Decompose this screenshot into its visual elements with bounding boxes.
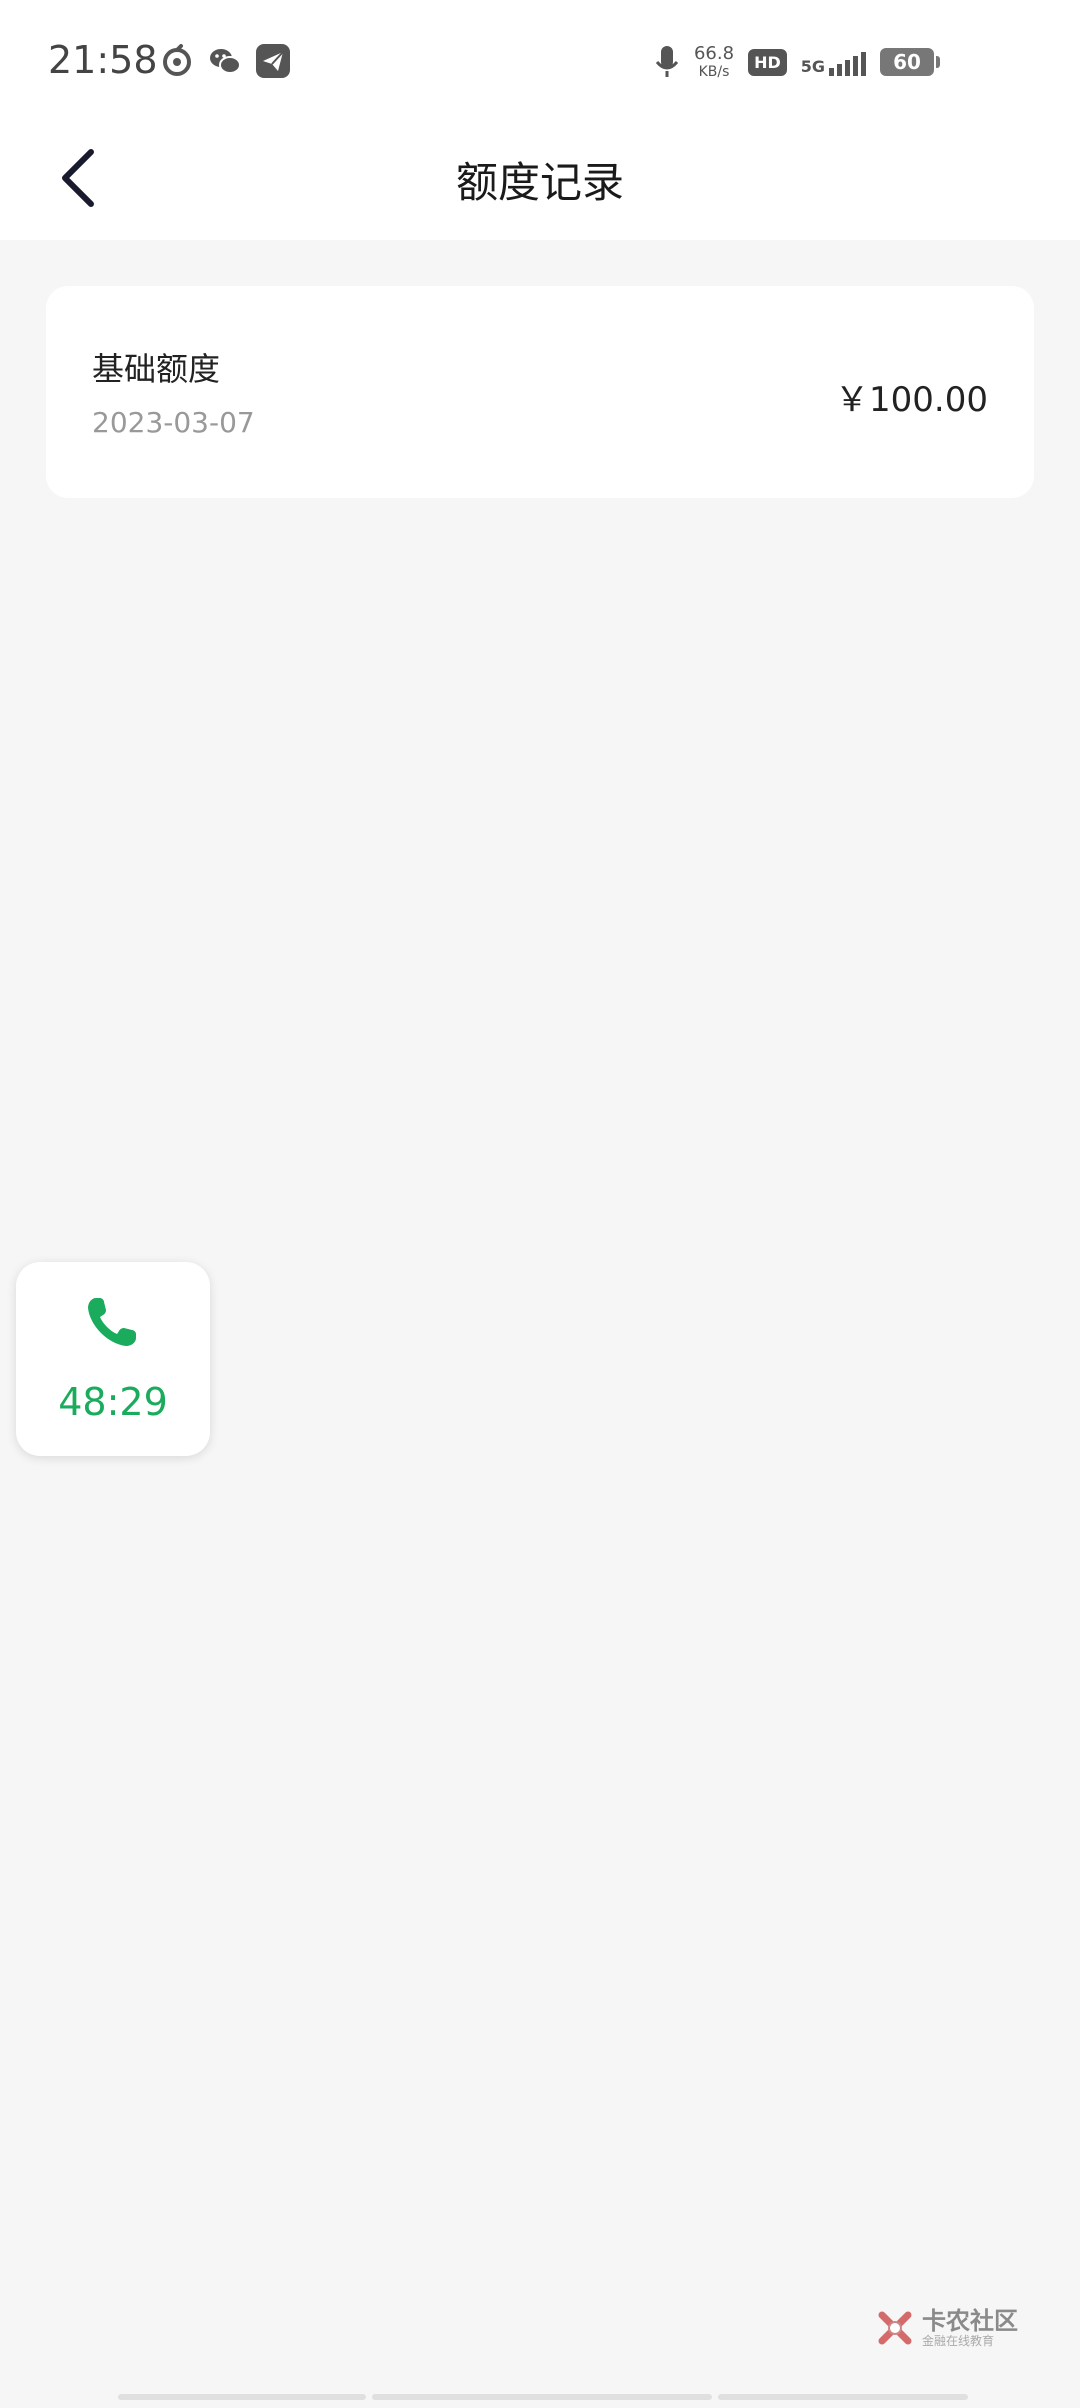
- microphone-icon: [655, 46, 679, 77]
- phone-icon: [88, 1298, 136, 1346]
- notification-icons: [160, 44, 290, 78]
- app-header: 额度记录: [0, 125, 1080, 240]
- status-bar: 21:58 66.8 KB/s HD 5G 60: [0, 0, 1080, 125]
- network-type: 5G: [800, 57, 825, 76]
- watermark-title: 卡农社区: [922, 2307, 1018, 2336]
- kanong-logo-icon: [878, 2311, 912, 2345]
- list-item: 基础额度 2023-03-07 ￥100.00: [46, 286, 1034, 498]
- wechat-icon: [208, 44, 242, 78]
- network-speed-unit: KB/s: [698, 64, 730, 80]
- record-amount: ￥100.00: [835, 380, 988, 420]
- floating-call-widget[interactable]: 48:29: [16, 1262, 210, 1456]
- page-title: 额度记录: [455, 158, 624, 207]
- status-time: 21:58: [48, 38, 158, 82]
- battery-level: 60: [880, 48, 934, 76]
- hd-badge: HD: [748, 48, 787, 76]
- network-speed-value: 66.8: [693, 43, 735, 64]
- battery-icon: 60: [880, 48, 940, 76]
- watermark: 卡农社区 金融在线教育: [876, 2308, 1018, 2348]
- netease-music-icon: [160, 44, 194, 78]
- bottom-indicator: [118, 2394, 968, 2400]
- record-date: 2023-03-07: [92, 406, 255, 439]
- call-timer: 48:29: [58, 1380, 168, 1424]
- telegram-icon: [256, 44, 290, 78]
- status-indicators: 66.8 KB/s HD 5G 60: [654, 44, 940, 80]
- network-speed: 66.8 KB/s: [693, 43, 735, 80]
- watermark-subtitle: 金融在线教育: [922, 2333, 995, 2348]
- record-title: 基础额度: [92, 350, 221, 388]
- signal-icon: [829, 48, 866, 76]
